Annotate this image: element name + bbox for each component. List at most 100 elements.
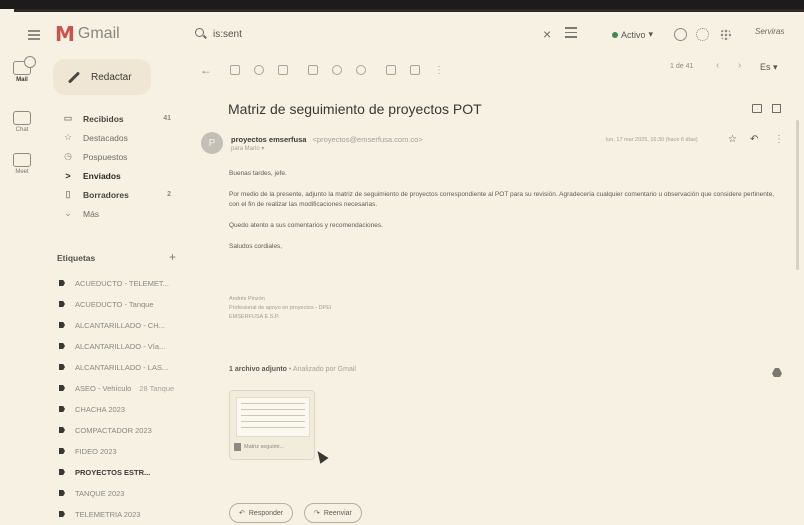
more-options-icon[interactable]: ⋮	[434, 65, 444, 76]
search-icon[interactable]	[195, 28, 207, 40]
label-text: ASEO - Vehículo	[75, 383, 132, 393]
sidebar-item-snoozed[interactable]: ◷ Pospuestos	[45, 148, 181, 165]
add-to-drive-icon[interactable]	[772, 368, 782, 377]
chevron-down-icon: ⌄	[64, 208, 72, 218]
label-item[interactable]: TANQUE 2023	[59, 485, 183, 501]
unread-count: 41	[163, 115, 171, 122]
settings-gear-icon[interactable]	[696, 28, 709, 41]
language-value: Es	[760, 62, 771, 72]
draft-icon: ▯	[65, 189, 71, 199]
signature-line: Andrés Pinzón	[229, 296, 265, 302]
sidebar-item-sent[interactable]: > Enviados	[45, 167, 181, 184]
recipient-line[interactable]: para Mario ▾	[231, 145, 264, 152]
sender-avatar[interactable]: P	[201, 132, 223, 154]
label-item[interactable]: ALCANTARILLADO - CH...	[59, 317, 183, 333]
scan-status: • Analizado por Gmail	[288, 366, 356, 373]
label-icon	[59, 343, 65, 349]
help-icon[interactable]	[674, 28, 687, 41]
sidebar-item-more[interactable]: ⌄ Más	[45, 205, 181, 222]
status-selector[interactable]: Activo ▾	[612, 29, 653, 40]
mark-unread-icon[interactable]	[308, 65, 318, 75]
prev-page-icon[interactable]: ‹	[716, 60, 719, 71]
label-icon	[59, 511, 65, 517]
back-arrow-icon[interactable]: ←	[200, 63, 212, 77]
attachment-name-row: Matriz seguimi...	[234, 443, 284, 451]
language-select[interactable]: Es ▾	[760, 62, 778, 73]
sidebar-item-drafts[interactable]: ▯ Borradores 2	[45, 186, 181, 203]
label-item[interactable]: ALCANTARILLADO - Vía...	[59, 338, 183, 354]
app-name: Gmail	[77, 25, 120, 42]
clear-search-icon[interactable]: ×	[543, 26, 551, 42]
add-label-icon[interactable]: +	[169, 250, 176, 264]
delete-icon[interactable]	[278, 65, 288, 75]
draft-count: 2	[167, 191, 171, 198]
compose-button[interactable]: Redactar	[53, 59, 151, 95]
body-greeting: Buenas tardes, jefe.	[229, 170, 287, 177]
more-vert-icon[interactable]: ⋮	[774, 134, 784, 145]
report-spam-icon[interactable]	[254, 65, 264, 75]
sidebar-item-inbox[interactable]: ▭ Recibidos 41	[45, 110, 181, 127]
label-text: CHACHA 2023	[75, 404, 126, 414]
app-header: M Gmail × Activo ▾ Serviras	[0, 14, 804, 54]
window-top-edge	[14, 9, 804, 12]
label-icon	[59, 364, 65, 370]
sender-name[interactable]: proyectos emserfusa	[231, 135, 306, 144]
label-as-icon[interactable]	[410, 65, 420, 75]
move-to-icon[interactable]	[386, 65, 396, 75]
add-task-icon[interactable]	[356, 65, 366, 75]
search-input[interactable]	[213, 28, 493, 40]
label-item[interactable]: ACUEDUCTO - Tanque	[59, 296, 183, 312]
label-item[interactable]: COMPACTADOR 2023	[59, 422, 183, 438]
body-paragraph: Por medio de la presente, adjunto la mat…	[229, 191, 775, 208]
apps-grid-icon[interactable]	[720, 29, 731, 40]
mail-icon	[13, 56, 36, 75]
rail-item-meet[interactable]: Meet	[0, 153, 44, 175]
pencil-icon	[67, 70, 81, 84]
search-bar[interactable]: ×	[195, 22, 590, 46]
search-options-icon[interactable]	[565, 27, 577, 39]
scrollbar[interactable]	[796, 120, 799, 270]
reply-label: Responder	[248, 509, 284, 517]
rail-item-mail[interactable]: Mail	[0, 56, 44, 83]
label-text: ACUEDUCTO - Tanque	[75, 299, 154, 309]
open-new-window-icon[interactable]	[772, 104, 781, 113]
label-item[interactable]: ALCANTARILLADO - LAS...	[59, 359, 183, 375]
hamburger-menu-icon[interactable]	[28, 30, 40, 40]
reply-arrow-icon: ↶	[239, 510, 245, 517]
chat-icon	[13, 111, 31, 125]
label-item[interactable]: CHACHA 2023	[59, 401, 183, 417]
label-text: FIDEO 2023	[75, 446, 117, 456]
send-icon: >	[65, 170, 71, 181]
reply-icon[interactable]: ↶	[750, 134, 758, 145]
unread-badge	[24, 56, 36, 68]
label-icon	[59, 490, 65, 496]
archive-icon[interactable]	[230, 65, 240, 75]
sidebar: Redactar ▭ Recibidos 41 ☆ Destacados ◷ P…	[45, 55, 185, 525]
reply-button[interactable]: ↶ Responder	[229, 503, 294, 523]
label-item[interactable]: FIDEO 2023	[59, 443, 183, 459]
snooze-icon[interactable]	[332, 65, 342, 75]
label-icon	[59, 469, 65, 475]
label-item[interactable]: ASEO - Vehículo 28 Tanque	[59, 380, 183, 396]
forward-label: Reenviar	[323, 509, 352, 517]
gmail-m-icon: M	[55, 22, 75, 46]
message-subject: Matriz de seguimiento de proyectos POT	[228, 101, 482, 117]
label-icon	[59, 280, 65, 286]
print-icon[interactable]	[752, 104, 762, 113]
attachment-card[interactable]: Matriz seguimi...	[229, 390, 315, 460]
message-toolbar: ← ⋮	[192, 59, 792, 81]
message-body: Buenas tardes, jefe. Por medio de la pre…	[229, 167, 784, 263]
label-text: TELEMETRIA 2023	[75, 509, 141, 519]
star-icon[interactable]: ☆	[728, 134, 737, 145]
label-item[interactable]: TELEMETRIA 2023	[59, 506, 183, 522]
gmail-logo[interactable]: M Gmail	[55, 22, 120, 46]
label-item[interactable]: ACUEDUCTO - TELEMET...	[59, 275, 183, 291]
account-avatar[interactable]: Serviras	[755, 27, 784, 36]
next-page-icon[interactable]: ›	[738, 60, 741, 71]
pagination-text: 1 de 41	[670, 63, 694, 70]
rail-item-chat[interactable]: Chat	[0, 111, 44, 133]
label-item[interactable]: PROYECTOS ESTR...	[59, 464, 183, 480]
sidebar-item-label: Enviados	[83, 170, 121, 181]
sidebar-item-starred[interactable]: ☆ Destacados	[45, 129, 181, 146]
forward-button[interactable]: ↷ Reenviar	[304, 503, 362, 523]
